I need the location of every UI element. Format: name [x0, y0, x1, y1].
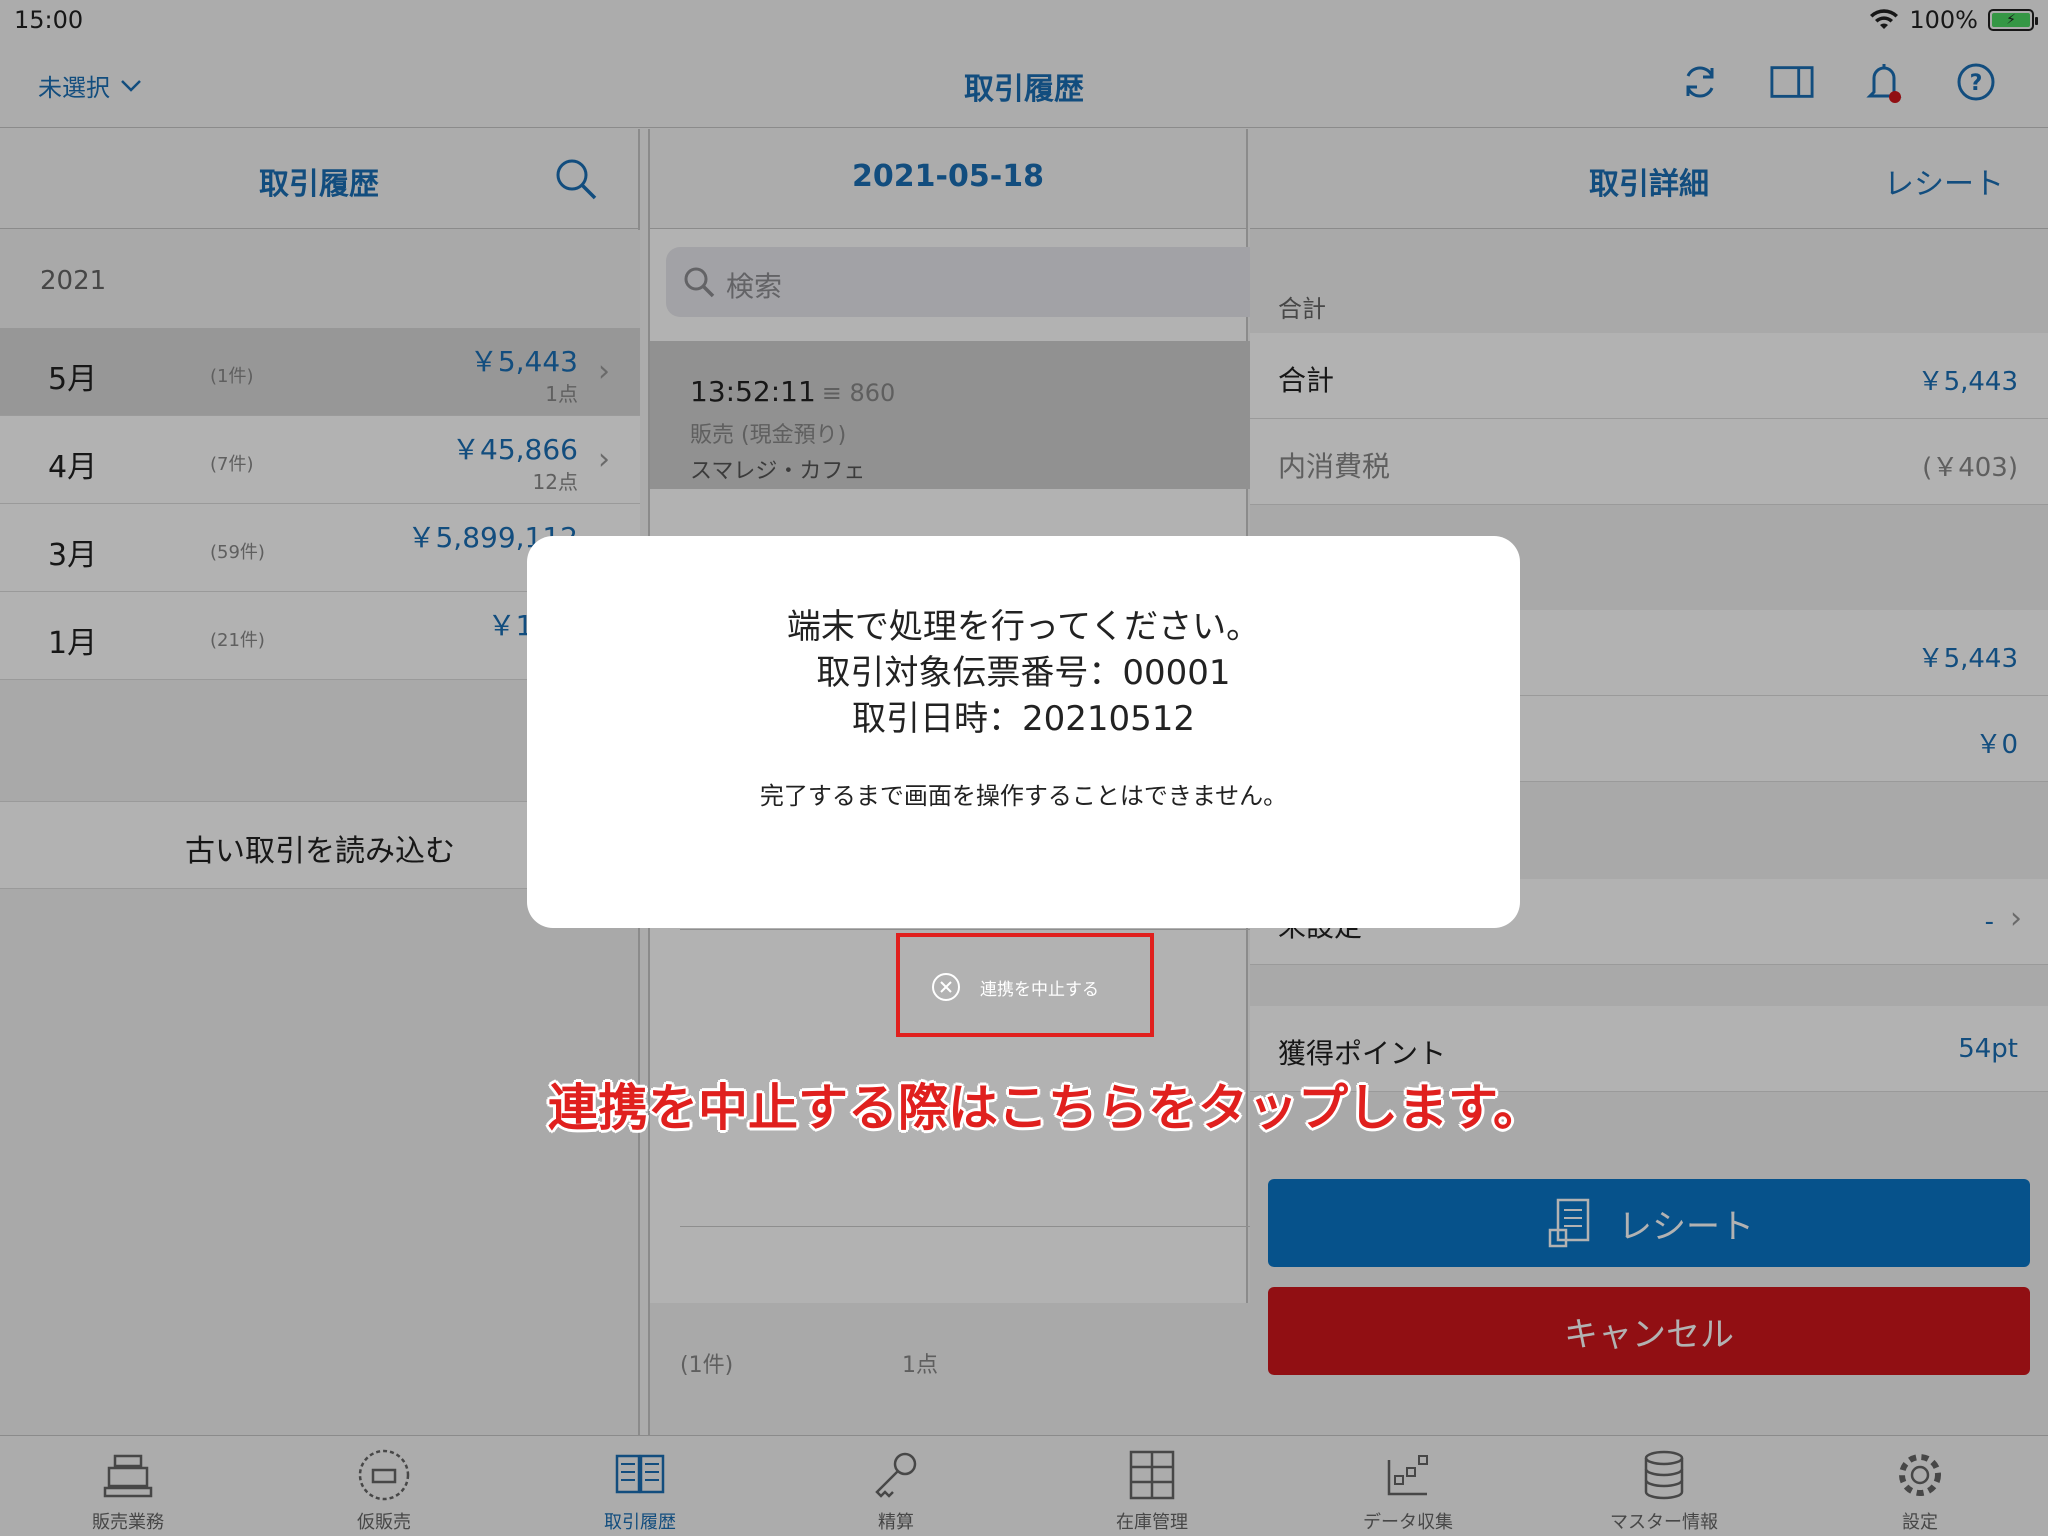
dialog-message: 端末で処理を行ってください。 取引対象伝票番号：00001 取引日時：20210… — [527, 604, 1520, 742]
abort-highlight: 連携を中止する — [896, 933, 1154, 1037]
dialog-note: 完了するまで画面を操作することはできません。 — [759, 782, 1288, 810]
abort-button-label: 連携を中止する — [980, 979, 1099, 1000]
abort-button[interactable]: 連携を中止する — [930, 971, 1099, 1003]
dialog-line-2: 取引対象伝票番号：00001 — [816, 653, 1231, 693]
processing-dialog: 端末で処理を行ってください。 取引対象伝票番号：00001 取引日時：20210… — [527, 536, 1520, 928]
annotation-text: 連携を中止する際はこちらをタップします。 — [548, 1079, 1543, 1137]
dialog-line-3: 取引日時：20210512 — [851, 699, 1196, 739]
close-circle-icon — [932, 973, 960, 1001]
dialog-line-1: 端末で処理を行ってください。 — [786, 607, 1261, 647]
